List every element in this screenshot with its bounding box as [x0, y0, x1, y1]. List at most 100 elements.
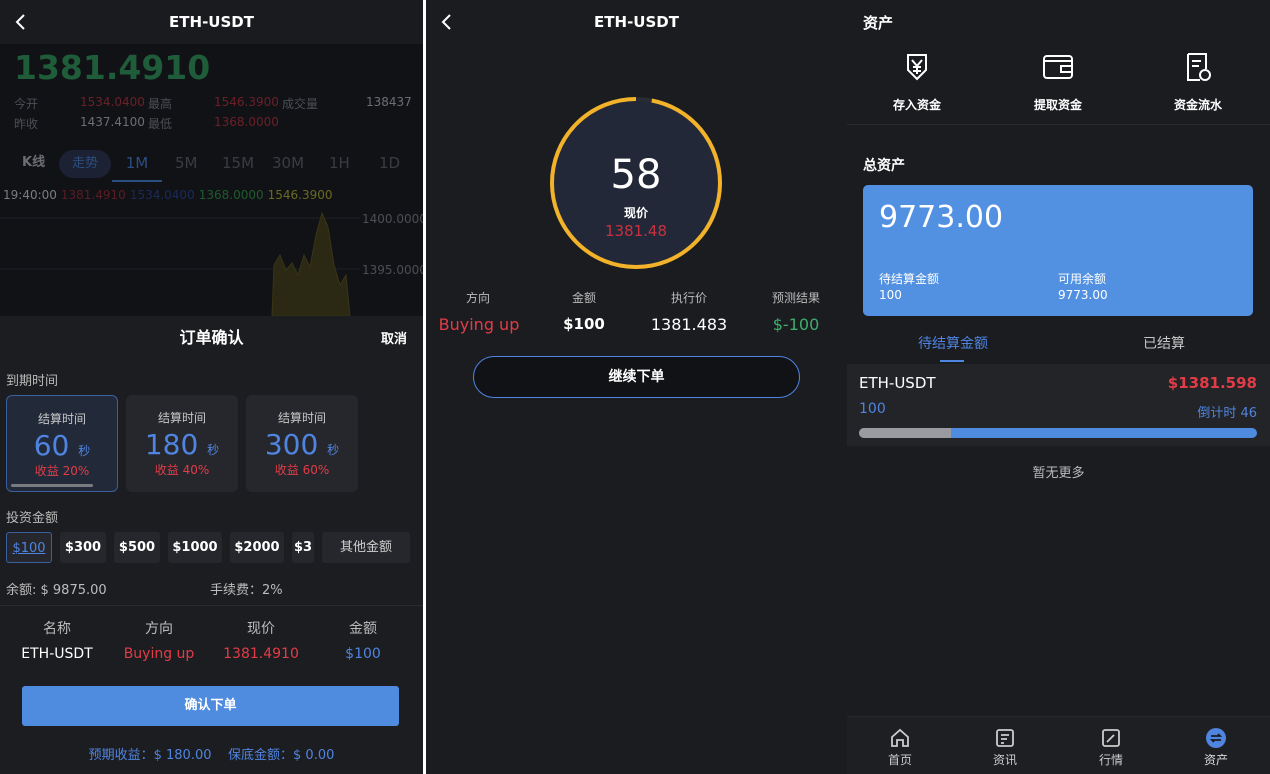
tab-1d[interactable]: 1D: [379, 146, 400, 182]
col-header-exec-price: 执行价: [670, 291, 707, 305]
chart-info-line: 19:40:00 1381.4910 1534.0400 1368.0000 1546.…: [3, 188, 337, 202]
col-header-direction: 方向: [465, 291, 490, 305]
prediction-result: $-100: [772, 315, 820, 334]
vol-label: 成交量: [282, 97, 319, 111]
divider: [0, 605, 423, 606]
vol-value: 138437: [366, 95, 412, 109]
col-header-prediction: 预测结果: [771, 291, 820, 305]
chart-value-4: 1546.3900: [267, 188, 333, 202]
expiry-label: 到期时间: [6, 374, 59, 389]
pending-value: 100: [879, 288, 902, 302]
card-title: 结算时间: [37, 412, 86, 426]
tab-1h[interactable]: 1H: [329, 146, 350, 182]
pending-order-item[interactable]: ETH-USDT $1381.598 100 倒计时 46: [847, 364, 1270, 446]
home-icon: [891, 728, 909, 747]
available-value: 9773.00: [1058, 288, 1108, 302]
tab-trend[interactable]: 走势: [59, 150, 111, 178]
card-title: 结算时间: [277, 411, 326, 425]
expiry-card-60[interactable]: 结算时间 60 秒 收益 20%: [6, 395, 118, 492]
bottom-nav: 首页 资讯 行情 资产: [847, 716, 1270, 774]
amount-100-button[interactable]: $100: [6, 532, 52, 563]
assets-card: 9773.00 待结算金额 100 可用余额 9773.00: [863, 185, 1253, 316]
chart-tabs: K线 走势 1M 5M 15M 30M 1H 1D: [0, 146, 423, 182]
ledger-icon: [1187, 53, 1211, 81]
total-assets-value: 9773.00: [879, 200, 1004, 235]
card-unit: 秒: [207, 443, 220, 457]
tab-30m[interactable]: 30M: [272, 146, 304, 182]
order-countdown: 倒计时 46: [1197, 406, 1257, 421]
nav-assets[interactable]: 资产: [1186, 727, 1246, 768]
tab-15m[interactable]: 15M: [222, 146, 254, 182]
order-direction: Buying up: [438, 315, 520, 334]
nav-market[interactable]: 行情: [1081, 727, 1141, 768]
expiry-card-180[interactable]: 结算时间 180 秒 收益 40%: [126, 395, 238, 492]
expected-profit: 预期收益：$ 180.00 保底金额：$ 0.00: [88, 748, 335, 763]
order-price: $1381.598: [1167, 374, 1257, 392]
available-label: 可用余额: [1058, 272, 1107, 286]
divider: [847, 124, 1270, 125]
amount-3000-button[interactable]: $3: [292, 532, 314, 563]
fund-flow-label: 资金流水: [1173, 98, 1222, 112]
amount-500-button[interactable]: $500: [114, 532, 160, 563]
low-value: 1368.0000: [214, 115, 279, 129]
tab-settled[interactable]: 已结算: [1143, 333, 1185, 353]
assets-icon: [1206, 728, 1226, 748]
order-confirm-sheet: 订单确认 取消 到期时间 结算时间 60 秒 收益 20% 结算时间 180 秒…: [0, 316, 423, 774]
deposit-label: 存入资金: [892, 98, 941, 112]
nav-market-label: 行情: [1098, 753, 1123, 767]
live-price: 1381.48: [604, 222, 668, 240]
card-profit: 收益 40%: [154, 463, 210, 477]
amount-2000-button[interactable]: $2000: [230, 532, 284, 563]
cancel-button[interactable]: 取消: [381, 328, 407, 347]
prev-value: 1437.4100: [80, 115, 145, 129]
order-price: 1381.4910: [223, 646, 299, 662]
order-progress-bar: [859, 428, 1257, 438]
withdraw-button[interactable]: 提取资金: [1003, 50, 1113, 113]
col-header-price: 现价: [247, 621, 275, 637]
deposit-button[interactable]: 存入资金: [862, 50, 972, 113]
tab-5m[interactable]: 5M: [175, 146, 198, 182]
price-label: 现价: [623, 206, 648, 220]
card-title: 结算时间: [157, 411, 206, 425]
active-tab-indicator: [940, 360, 964, 362]
selected-indicator: [11, 484, 93, 487]
nav-home[interactable]: 首页: [870, 727, 930, 768]
confirm-order-button[interactable]: 确认下单: [22, 686, 399, 726]
no-more-text: 暂无更多: [1032, 466, 1085, 481]
pending-label: 待结算金额: [879, 272, 940, 286]
balance: 余额: $ 9875.00: [6, 583, 107, 598]
order-confirm-screen: ETH-USDT 1381.4910 今开 1534.0400 最高 1546.…: [0, 0, 423, 774]
low-label: 最低: [148, 117, 173, 131]
fee: 手续费：2%: [210, 583, 283, 598]
mini-price-chart: [0, 211, 360, 316]
high-value: 1546.3900: [214, 95, 279, 109]
withdraw-label: 提取资金: [1033, 98, 1082, 112]
open-label: 今开: [14, 97, 39, 111]
news-icon: [996, 729, 1014, 747]
order-pair: ETH-USDT: [21, 646, 93, 662]
card-profit: 收益 20%: [34, 464, 90, 478]
other-amount-button[interactable]: 其他金额: [322, 532, 410, 563]
col-header-name: 名称: [43, 621, 71, 637]
chart-time: 19:40:00: [3, 188, 57, 202]
assets-screen: 资产 存入资金 提取资金 资金流水 总资产 9773.00 待结算金额 100 …: [847, 0, 1270, 774]
chart-value-1: 1381.4910: [60, 188, 126, 202]
page-title: ETH-USDT: [169, 13, 254, 31]
page-title: ETH-USDT: [594, 13, 679, 31]
continue-order-button[interactable]: 继续下单: [473, 356, 800, 398]
tab-1m[interactable]: 1M: [112, 146, 162, 182]
high-label: 最高: [148, 97, 173, 111]
card-unit: 秒: [327, 443, 340, 457]
order-amount: $100: [345, 646, 381, 662]
amount-300-button[interactable]: $300: [60, 532, 106, 563]
nav-home-label: 首页: [887, 753, 912, 767]
fund-flow-button[interactable]: 资金流水: [1143, 50, 1253, 113]
card-unit: 秒: [78, 444, 91, 458]
expiry-card-300[interactable]: 结算时间 300 秒 收益 60%: [246, 395, 358, 492]
nav-news[interactable]: 资讯: [975, 727, 1035, 768]
deposit-icon: [907, 54, 927, 81]
col-header-amount: 金额: [349, 621, 377, 637]
amount-1000-button[interactable]: $1000: [168, 532, 222, 563]
tab-kline[interactable]: K线: [22, 146, 45, 182]
tab-pending[interactable]: 待结算金额: [918, 333, 988, 353]
